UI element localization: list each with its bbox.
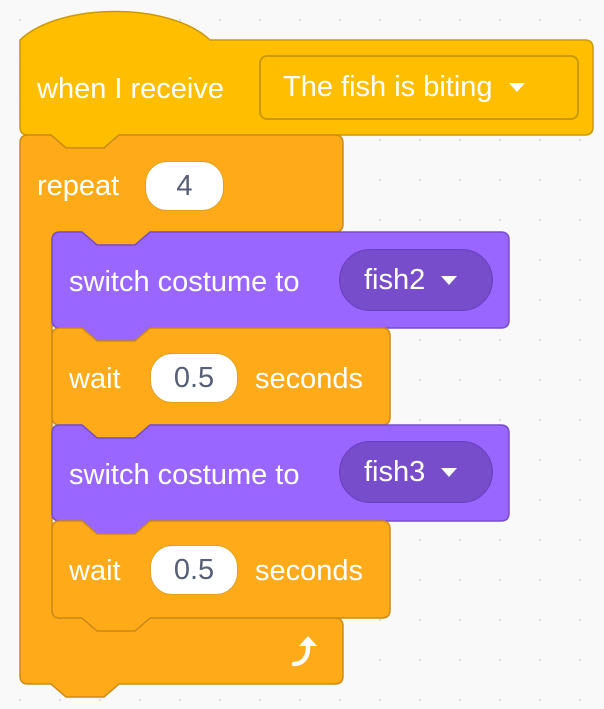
wait-label-2: wait — [69, 555, 121, 587]
wait-label-1: wait — [69, 363, 121, 395]
seconds-label-2: seconds — [255, 555, 364, 587]
repeat-count-input[interactable]: 4 — [145, 161, 224, 211]
code-workspace[interactable]: when I receive The fish is biting repeat… — [0, 0, 604, 709]
caret-down-icon — [508, 83, 525, 92]
costume-dropdown-2[interactable]: fish3 — [339, 441, 493, 503]
wait-seconds-input-1[interactable]: 0.5 — [150, 353, 238, 403]
when-i-receive-label: when I receive — [37, 73, 224, 105]
wait-seconds-input-2[interactable]: 0.5 — [150, 545, 238, 595]
switch-costume-label-1: switch costume to — [69, 266, 300, 298]
switch-costume-label-2: switch costume to — [69, 459, 300, 491]
costume-dropdown-1-value: fish2 — [364, 263, 426, 296]
costume-dropdown-2-value: fish3 — [364, 455, 426, 488]
loop-arrow-icon — [291, 636, 317, 667]
caret-down-icon — [441, 275, 458, 285]
repeat-label: repeat — [37, 170, 120, 202]
caret-down-icon — [441, 467, 458, 477]
seconds-label-1: seconds — [255, 363, 364, 395]
message-dropdown-value: The fish is biting — [283, 71, 493, 103]
costume-dropdown-1[interactable]: fish2 — [339, 249, 493, 311]
message-dropdown[interactable]: The fish is biting — [259, 55, 579, 120]
